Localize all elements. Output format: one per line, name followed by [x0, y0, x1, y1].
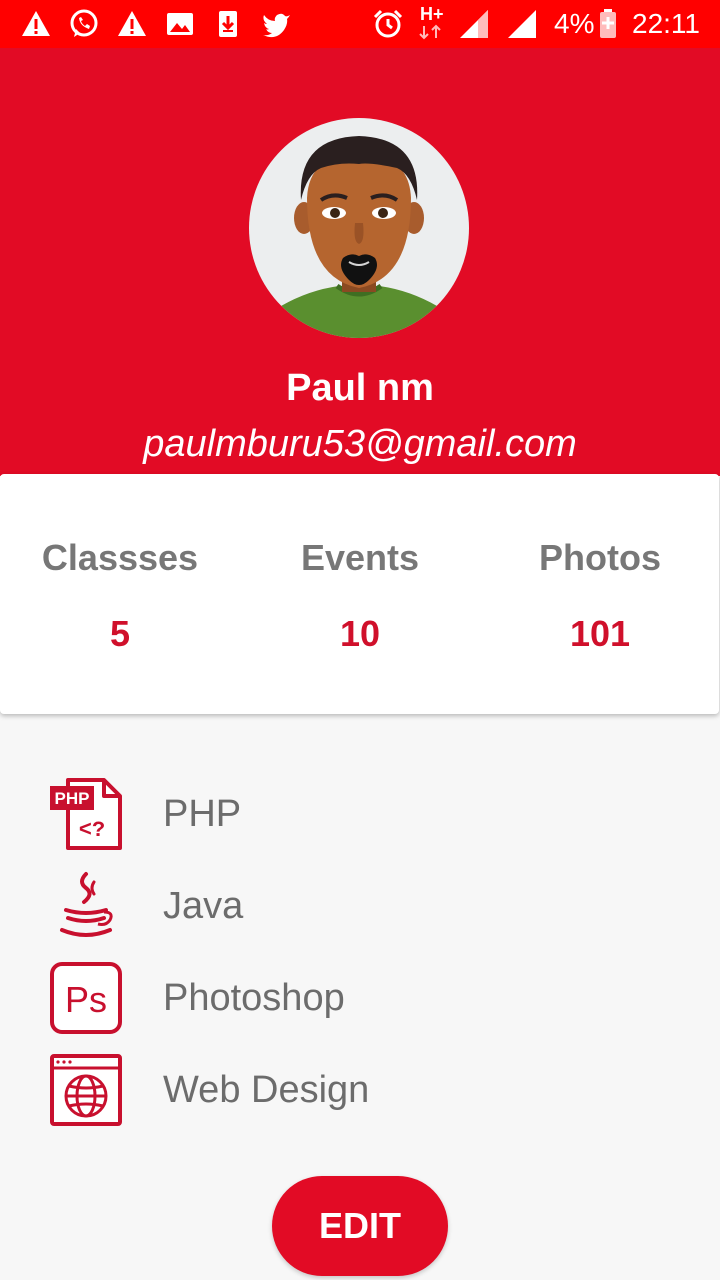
battery-charging-icon: [600, 9, 616, 38]
twitter-icon: [263, 13, 290, 38]
stats-card: Classses 5 Events 10 Photos 101: [0, 474, 719, 714]
skill-label: Photoshop: [163, 977, 345, 1019]
skill-item-photoshop: Ps Photoshop: [0, 960, 720, 1052]
skill-item-web-design: Web Design: [0, 1052, 720, 1144]
stat-label: Classses: [41, 537, 199, 578]
photoshop-icon: Ps: [50, 962, 122, 1034]
avatar[interactable]: [249, 118, 469, 338]
stat-value: 10: [339, 613, 381, 654]
skill-item-php: PHP <? PHP: [0, 776, 720, 868]
warning-icon: [118, 11, 146, 36]
stat-value: 5: [109, 613, 131, 654]
photoshop-icon-text: Ps: [65, 979, 107, 1020]
stat-events[interactable]: Events 10: [240, 474, 480, 714]
alarm-icon: [373, 9, 403, 38]
avatar-illustration: [271, 136, 447, 338]
skill-item-java: Java: [0, 868, 720, 960]
battery-percent: 4%: [554, 8, 595, 39]
skill-label: Web Design: [163, 1069, 370, 1111]
signal-icon: [460, 10, 488, 38]
edit-button[interactable]: EDIT: [272, 1176, 448, 1276]
stat-label: Photos: [539, 537, 661, 578]
status-bar: H+ 4% 22:11: [0, 0, 720, 48]
download-icon: [219, 11, 237, 37]
stat-photos[interactable]: Photos 101: [480, 474, 720, 714]
profile-email: paulmburu53@gmail.com: [143, 423, 577, 465]
profile-header: Paul nm paulmburu53@gmail.com: [0, 48, 720, 476]
skill-label: PHP: [163, 793, 242, 835]
web-design-icon: [50, 1054, 122, 1126]
warning-icon: [22, 11, 50, 36]
skill-label: Java: [163, 885, 244, 927]
php-icon-text: PHP: [55, 789, 90, 808]
image-icon: [167, 13, 193, 35]
clock-time: 22:11: [632, 8, 700, 39]
svg-text:<?: <?: [79, 818, 105, 843]
profile-name: Paul nm: [286, 367, 434, 409]
java-cup-icon: [60, 872, 113, 937]
data-arrows-icon: [419, 24, 441, 40]
signal-icon: [508, 10, 536, 38]
whatsapp-icon: [70, 9, 98, 37]
php-file-icon: PHP <?: [50, 778, 122, 850]
stat-label: Events: [300, 537, 420, 578]
stat-value: 101: [569, 613, 631, 654]
stat-classes[interactable]: Classses 5: [0, 474, 240, 714]
